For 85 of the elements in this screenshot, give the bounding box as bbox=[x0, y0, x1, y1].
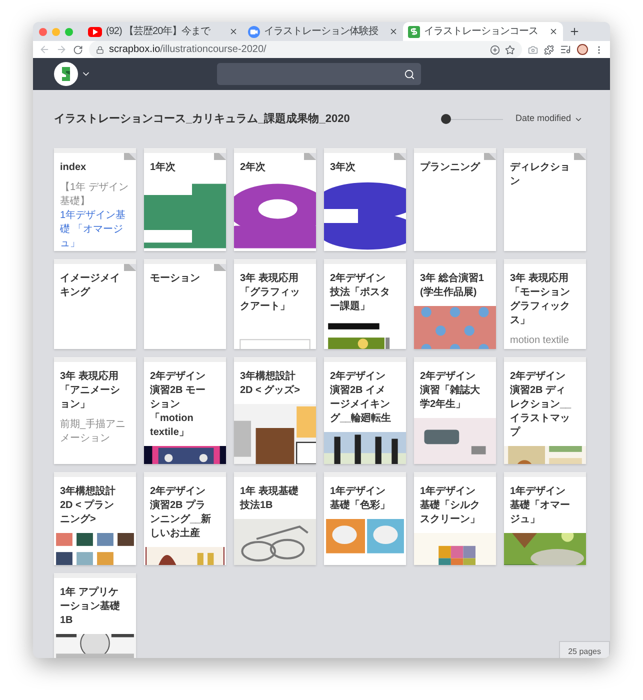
slider-thumb[interactable] bbox=[441, 114, 452, 124]
page-title: 3年 表現応用「モーショングラフィックス」 bbox=[510, 272, 571, 328]
page-title: 2年デザイン演習2B モーション「motion textile」 bbox=[150, 370, 207, 440]
page-snippet: 【1年 デザイン基礎】 bbox=[59, 180, 130, 209]
page-title: 2年デザイン演習2B イメージメイキング__輪廻転生 bbox=[330, 370, 392, 426]
tab-title: (92) 【芸歴20年】今まで bbox=[106, 24, 212, 39]
project-title: イラストレーションコース_カリキュラム_課題成果物_2020 bbox=[54, 112, 351, 127]
page-title: 3年次 bbox=[330, 161, 357, 175]
camera-icon[interactable] bbox=[528, 44, 538, 54]
tab-title: イラストレーション体験授 bbox=[264, 25, 379, 39]
page-card[interactable]: モーション bbox=[144, 259, 226, 349]
slider-track[interactable] bbox=[441, 114, 504, 124]
page-card[interactable]: 2年デザイン演習2B イメージメイキング__輪廻転生 bbox=[324, 357, 406, 464]
page-card[interactable]: 2年デザイン演習2B モーション「motion textile」 bbox=[144, 357, 226, 464]
page-title: 2年デザイン演習2B ディレクション__イラストマップ bbox=[510, 370, 572, 440]
page-card[interactable]: 3年構想設計2D < プランニング> bbox=[54, 472, 136, 565]
page-card[interactable]: 1年デザイン基礎「シルクスクリーン」 bbox=[414, 472, 496, 565]
close-icon[interactable] bbox=[389, 27, 398, 36]
close-icon[interactable] bbox=[549, 27, 558, 36]
page-card[interactable]: プランニング bbox=[414, 148, 496, 251]
page-snippet: motion textile bbox=[509, 334, 570, 348]
page-card[interactable]: 2年デザイン演習2B プランニング__新しいお土産 bbox=[144, 472, 226, 565]
page-card[interactable]: 2年次 bbox=[234, 148, 316, 251]
page-card[interactable]: 3年 表現応用「アニメーション」 前期_手描アニメーション bbox=[54, 357, 136, 464]
page-card[interactable]: 2年デザイン技法「ポスター課題」 bbox=[324, 259, 406, 349]
page-card[interactable]: ディレクション bbox=[504, 148, 586, 251]
reload-icon[interactable] bbox=[73, 44, 83, 54]
playlist-icon[interactable] bbox=[560, 44, 571, 55]
sort-dropdown[interactable]: Date modified bbox=[515, 112, 583, 126]
browser-tab[interactable]: イラストレーションコース bbox=[403, 22, 563, 41]
page-title: 1年次 bbox=[150, 161, 177, 175]
star-icon[interactable] bbox=[505, 44, 515, 54]
page-title: 2年次 bbox=[240, 161, 267, 175]
browser-tab[interactable]: イラストレーション体験授 bbox=[243, 22, 403, 41]
page-title: 3年 表現応用「グラフィックアート」 bbox=[240, 272, 301, 314]
page-title: 1年デザイン基礎「色彩」 bbox=[330, 485, 391, 513]
page-card[interactable]: 1年デザイン基礎「オマージュ」 bbox=[504, 472, 586, 565]
puzzle-icon[interactable] bbox=[544, 44, 554, 54]
browser-tab[interactable]: (92) 【芸歴20年】今まで bbox=[83, 22, 243, 41]
page-title: 1年デザイン基礎「オマージュ」 bbox=[510, 485, 571, 527]
page-snippet: 前期_手描アニメーション bbox=[59, 418, 127, 446]
add-circle-icon[interactable] bbox=[490, 44, 500, 54]
page-title: プランニング bbox=[420, 161, 482, 175]
page-title: 1年 アプリケーション基礎1B bbox=[60, 586, 121, 628]
page-card[interactable]: index 【1年 デザイン基礎】 1年デザイン基礎 「オマージュ」 bbox=[54, 148, 136, 251]
page-card[interactable]: 1年次 bbox=[144, 148, 226, 251]
page-card[interactable]: 3年 表現応用「モーショングラフィックス」 motion textile bbox=[504, 259, 586, 349]
page-card[interactable]: 2年デザイン演習「雑誌大学2年生」 bbox=[414, 357, 496, 464]
search-icon[interactable] bbox=[404, 68, 415, 80]
page-title: 1年デザイン基礎「シルクスクリーン」 bbox=[420, 485, 481, 527]
page-title: 2年デザイン演習2B プランニング__新しいお土産 bbox=[150, 485, 212, 541]
video-camera-icon bbox=[248, 26, 260, 38]
page-title: 2年デザイン演習「雑誌大学2年生」 bbox=[420, 370, 481, 412]
logo-icon bbox=[54, 62, 78, 86]
url-text: scrapbox.io/illustrationcourse-2020/ bbox=[109, 43, 268, 57]
avatar-icon[interactable] bbox=[577, 44, 588, 55]
page-title: モーション bbox=[150, 272, 201, 286]
page-card[interactable]: 3年構想設計2D < グッズ> bbox=[234, 357, 316, 464]
page-count: 25 pages bbox=[559, 641, 610, 658]
page-card[interactable]: 3年 総合演習1 (学生作品展) bbox=[414, 259, 496, 349]
page-title: 3年構想設計2D < グッズ> bbox=[240, 370, 302, 398]
page-title: 3年 総合演習1 (学生作品展) bbox=[420, 272, 484, 300]
close-icon[interactable] bbox=[229, 27, 238, 36]
page-title: イメージメイキング bbox=[60, 272, 121, 300]
page-title: 2年デザイン技法「ポスター課題」 bbox=[330, 272, 391, 314]
lock-icon bbox=[96, 46, 104, 54]
page-title: ディレクション bbox=[510, 161, 571, 189]
page-card[interactable]: 2年デザイン演習2B ディレクション__イラストマップ bbox=[504, 357, 586, 464]
tab-title: イラストレーションコース bbox=[424, 25, 539, 39]
address-bar[interactable]: scrapbox.io/illustrationcourse-2020/ bbox=[89, 41, 522, 58]
page-card[interactable]: イメージメイキング bbox=[54, 259, 136, 349]
video-icon bbox=[88, 26, 102, 36]
page-title: 3年構想設計2D < プランニング> bbox=[60, 485, 117, 527]
page-link[interactable]: 1年デザイン基礎 「オマージュ」 bbox=[54, 209, 136, 251]
dollar-icon bbox=[408, 26, 420, 38]
page-card[interactable]: 3年次 bbox=[324, 148, 406, 251]
page-card[interactable]: 1年 アプリケーション基礎1B bbox=[54, 573, 136, 658]
search-field[interactable] bbox=[217, 63, 421, 85]
page-title: 1年 表現基礎技法1B bbox=[240, 485, 300, 513]
new-tab-icon[interactable] bbox=[569, 26, 580, 37]
page-title: index bbox=[60, 161, 88, 175]
page-card[interactable]: 3年 表現応用「グラフィックアート」 bbox=[234, 259, 316, 349]
page-card[interactable]: 1年 表現基礎技法1B bbox=[234, 472, 316, 565]
page-title: 3年 表現応用「アニメーション」 bbox=[60, 370, 121, 412]
page-card[interactable]: 1年デザイン基礎「色彩」 bbox=[324, 472, 406, 565]
